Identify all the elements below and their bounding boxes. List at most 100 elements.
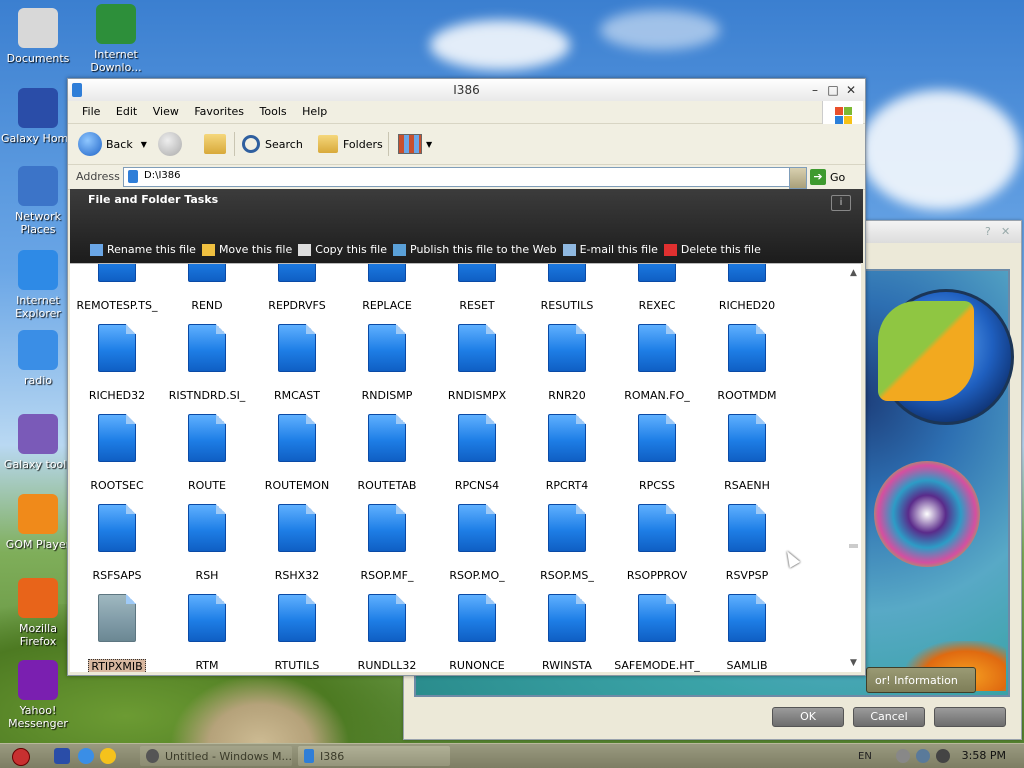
file-item[interactable]: RMCAST (252, 324, 342, 402)
taskbar-task-media-player[interactable]: Untitled - Windows M... (140, 746, 292, 766)
back-button[interactable]: Back ▼ (78, 131, 147, 157)
desktop-icon[interactable]: Network Places (0, 166, 76, 236)
file-icon (728, 264, 766, 282)
chevron-down-icon[interactable]: ▼ (426, 140, 432, 149)
file-item[interactable]: RESET (432, 264, 522, 312)
file-item[interactable]: RTM (162, 594, 252, 672)
file-item[interactable]: ROUTETAB (342, 414, 432, 492)
scroll-up-icon[interactable]: ▲ (848, 268, 859, 280)
tray-icon-2[interactable] (915, 749, 930, 763)
address-input[interactable]: D:\I386 (123, 167, 792, 187)
menu-tools[interactable]: Tools (254, 101, 293, 123)
desktop-icon[interactable]: Internet Downlo... (78, 4, 154, 74)
task-link[interactable]: Rename this file (90, 243, 196, 256)
file-name: RNR20 (548, 389, 586, 402)
file-item[interactable]: RSOPPROV (612, 504, 702, 582)
minimize-button[interactable]: – (807, 82, 823, 98)
vertical-scrollbar[interactable]: ▲ ▼ (846, 264, 861, 672)
info-icon[interactable]: i (831, 195, 851, 211)
desktop-icon[interactable]: Documents (0, 8, 76, 65)
cancel-button[interactable]: Cancel (853, 707, 925, 727)
scroll-thumb[interactable] (849, 544, 858, 548)
file-item[interactable]: RUNONCE (432, 594, 522, 672)
file-item[interactable]: RTUTILS (252, 594, 342, 672)
file-item[interactable]: RICHED20 (702, 264, 792, 312)
file-item[interactable]: ROOTSEC (72, 414, 162, 492)
file-item[interactable]: RNR20 (522, 324, 612, 402)
close-icon[interactable]: ✕ (1001, 225, 1015, 239)
show-desktop-icon[interactable] (54, 748, 70, 764)
file-item[interactable]: ROUTEMON (252, 414, 342, 492)
up-folder-button[interactable] (204, 131, 226, 157)
file-item[interactable]: RSOP.MO_ (432, 504, 522, 582)
menu-edit[interactable]: Edit (110, 101, 143, 123)
task-link[interactable]: Move this file (201, 243, 292, 256)
forward-button[interactable] (158, 131, 186, 157)
menu-favorites[interactable]: Favorites (188, 101, 250, 123)
language-indicator[interactable]: EN (858, 751, 872, 762)
file-item[interactable]: RISTNDRD.SI_ (162, 324, 252, 402)
file-item[interactable]: RSFSAPS (72, 504, 162, 582)
file-item[interactable]: SAFEMODE.HT_ (612, 594, 702, 672)
file-item[interactable]: RWINSTA (522, 594, 612, 672)
close-button[interactable]: ✕ (843, 82, 859, 98)
task-link[interactable]: Delete this file (663, 243, 761, 256)
start-button[interactable] (12, 748, 30, 766)
desktop-icon[interactable]: GOM Player (0, 494, 76, 551)
go-button[interactable]: ➔ Go (810, 169, 845, 185)
file-item[interactable]: RSOP.MF_ (342, 504, 432, 582)
dialog-button-3[interactable] (934, 707, 1006, 727)
scroll-down-icon[interactable]: ▼ (848, 658, 859, 670)
file-item[interactable]: RICHED32 (72, 324, 162, 402)
desktop-icon[interactable]: Mozilla Firefox (0, 578, 76, 648)
file-item[interactable]: RSHX32 (252, 504, 342, 582)
menu-file[interactable]: File (76, 101, 106, 123)
file-item[interactable]: RSH (162, 504, 252, 582)
tray-icon-1[interactable] (895, 749, 910, 763)
file-item[interactable]: REXEC (612, 264, 702, 312)
views-button[interactable]: ▼ (398, 131, 432, 157)
file-item[interactable]: REPDRVFS (252, 264, 342, 312)
menu-help[interactable]: Help (296, 101, 333, 123)
file-item[interactable]: REND (162, 264, 252, 312)
task-link[interactable]: Copy this file (298, 243, 387, 256)
file-item[interactable]: RESUTILS (522, 264, 612, 312)
file-item[interactable]: RNDISMPX (432, 324, 522, 402)
file-item[interactable]: RNDISMP (342, 324, 432, 402)
file-item[interactable]: ROOTMDM (702, 324, 792, 402)
search-button[interactable]: Search (242, 131, 303, 157)
information-button[interactable]: or! Information (866, 667, 976, 693)
task-link[interactable]: Publish this file to the Web (393, 243, 557, 256)
chevron-down-icon[interactable]: ▼ (141, 140, 147, 149)
file-item[interactable]: SAMLIB (702, 594, 792, 672)
task-link[interactable]: E-mail this file (562, 243, 658, 256)
file-item[interactable]: RSOP.MS_ (522, 504, 612, 582)
file-item[interactable]: ROMAN.FO_ (612, 324, 702, 402)
file-item[interactable]: RPCSS (612, 414, 702, 492)
messenger-icon[interactable] (100, 748, 116, 764)
file-item[interactable]: REMOTESP.TS_ (72, 264, 162, 312)
maximize-button[interactable]: □ (825, 82, 841, 98)
help-icon[interactable]: ? (985, 225, 999, 239)
file-item[interactable]: RSVPSP (702, 504, 792, 582)
desktop-icon[interactable]: Yahoo! Messenger (0, 660, 76, 730)
desktop-icon[interactable]: Galaxy Home (0, 88, 76, 145)
file-item[interactable]: REPLACE (342, 264, 432, 312)
taskbar-task-i386[interactable]: I386 (298, 746, 450, 766)
file-item[interactable]: RTIPXMIB (72, 594, 162, 672)
window-titlebar[interactable]: I386 – □ ✕ (68, 79, 865, 101)
file-item[interactable]: RPCNS4 (432, 414, 522, 492)
desktop-icon[interactable]: Galaxy tools (0, 414, 76, 471)
file-item[interactable]: RSAENH (702, 414, 792, 492)
desktop-icon[interactable]: radio (0, 330, 76, 387)
menu-view[interactable]: View (147, 101, 185, 123)
address-dropdown-button[interactable] (789, 167, 807, 189)
ok-button[interactable]: OK (772, 707, 844, 727)
file-item[interactable]: RPCRT4 (522, 414, 612, 492)
internet-explorer-icon[interactable] (78, 748, 94, 764)
file-item[interactable]: ROUTE (162, 414, 252, 492)
desktop-icon[interactable]: Internet Explorer (0, 250, 76, 320)
folders-button[interactable]: Folders (318, 131, 383, 157)
volume-icon[interactable] (935, 749, 950, 763)
file-item[interactable]: RUNDLL32 (342, 594, 432, 672)
